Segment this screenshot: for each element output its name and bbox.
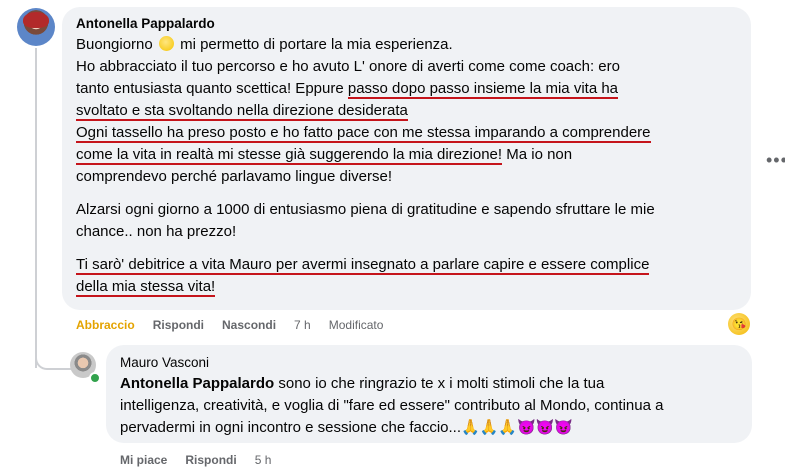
- reply-line: pervadermi in ogni incontro e sessione c…: [120, 417, 745, 439]
- comment-author[interactable]: Antonella Pappalardo: [76, 16, 215, 31]
- comment-text: Ma io non: [502, 146, 573, 163]
- reply-text: pervadermi in ogni incontro e sessione c…: [120, 419, 462, 436]
- thread-connector: [35, 340, 73, 370]
- highlighted-text: della mia stessa vita!: [76, 278, 216, 297]
- reply-button[interactable]: Rispondi: [153, 318, 204, 332]
- reply-actions: Mi piace Rispondi 5 h: [120, 453, 289, 467]
- comment-line: svoltato e sta svoltando nella direzione…: [76, 100, 746, 122]
- comment-line: chance.. non ha prezzo!: [76, 223, 237, 240]
- hide-button[interactable]: Nascondi: [222, 318, 276, 332]
- comment-line: Alzarsi ogni giorno a 1000 di entusiasmo…: [76, 201, 655, 218]
- comment-body: Buongiorno mi permetto di portare la mia…: [76, 34, 746, 298]
- comment-text: Buongiorno: [76, 36, 157, 53]
- reply-line: intelligenza, creatività, e voglia di "f…: [120, 397, 664, 414]
- comment-line: comprendevo perché parlavamo lingue dive…: [76, 168, 393, 185]
- comment-text: mi permetto di portare la mia esperienza…: [175, 36, 453, 53]
- highlighted-text: Ti sarò' debitrice a vita Mauro per aver…: [76, 256, 650, 275]
- comment-line: come la vita in realtà mi stesse già sug…: [76, 144, 746, 166]
- comment-text: tanto entusiasta quanto scettica! Eppure: [76, 80, 348, 97]
- edited-label: Modificato: [328, 318, 384, 332]
- more-options-icon[interactable]: •••: [766, 150, 785, 171]
- comment-line: Ogni tassello ha preso posto e ho fatto …: [76, 122, 746, 144]
- comment-line: Ho abbracciato il tuo percorso e ho avut…: [76, 58, 620, 75]
- mention-link[interactable]: Antonella Pappalardo: [120, 375, 274, 392]
- sun-emoji-icon: [158, 36, 174, 51]
- reply-body: Antonella Pappalardo sono io che ringraz…: [120, 373, 745, 439]
- highlighted-text: svoltato e sta svoltando nella direzione…: [76, 102, 408, 121]
- reply-author[interactable]: Mauro Vasconi: [120, 355, 209, 370]
- comment-line: della mia stessa vita!: [76, 276, 746, 298]
- reaction-button[interactable]: Abbraccio: [76, 318, 135, 332]
- timestamp[interactable]: 5 h: [255, 453, 272, 467]
- reaction-emoji-icon[interactable]: 😘: [728, 313, 750, 335]
- reply-text: sono io che ringrazio te x i molti stimo…: [274, 375, 605, 392]
- avatar-antonella[interactable]: [17, 8, 55, 46]
- timestamp[interactable]: 7 h: [294, 318, 311, 332]
- comment-line: Ti sarò' debitrice a vita Mauro per aver…: [76, 254, 746, 276]
- like-button[interactable]: Mi piace: [120, 453, 167, 467]
- reply-line: Antonella Pappalardo sono io che ringraz…: [120, 373, 745, 395]
- reply-button[interactable]: Rispondi: [185, 453, 236, 467]
- thread-line: [35, 48, 37, 368]
- comment-actions: Abbraccio Rispondi Nascondi 7 h Modifica…: [76, 318, 401, 332]
- highlighted-text: Ogni tassello ha preso posto e ho fatto …: [76, 124, 651, 143]
- online-status-icon: [89, 372, 101, 384]
- highlighted-text: passo dopo passo insieme la mia vita ha: [347, 80, 619, 99]
- comment-line: tanto entusiasta quanto scettica! Eppure…: [76, 78, 746, 100]
- highlighted-text: come la vita in realtà mi stesse già sug…: [76, 146, 503, 165]
- comment-line: Buongiorno mi permetto di portare la mia…: [76, 34, 746, 56]
- prayer-and-devil-emoji-icons: 🙏🙏🙏😈😈😈: [461, 419, 574, 436]
